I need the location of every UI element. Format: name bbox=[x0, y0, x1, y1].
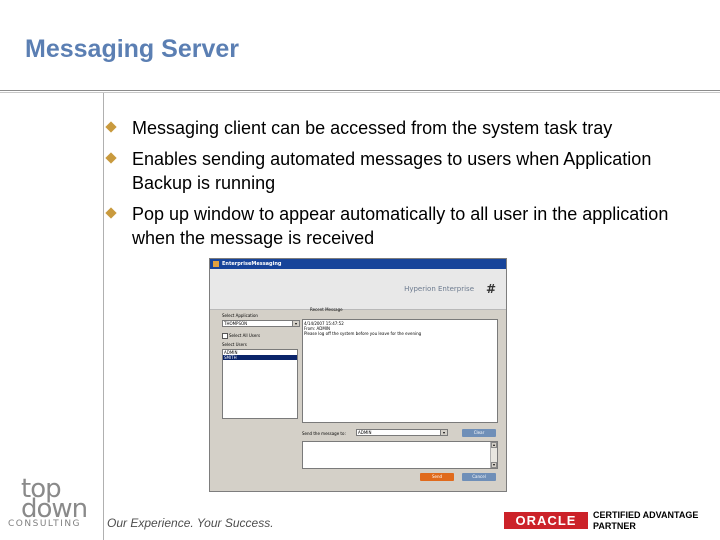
application-value: THOMPSON bbox=[224, 321, 248, 326]
left-divider bbox=[103, 93, 104, 540]
hyperion-logo-icon: # bbox=[485, 282, 497, 296]
window-title: EnterpriseMessaging bbox=[222, 261, 282, 267]
bullet-item: Enables sending automated messages to us… bbox=[105, 147, 705, 195]
diamond-bullet-icon bbox=[105, 207, 117, 219]
logo-consulting: CONSULTING bbox=[8, 519, 82, 529]
diamond-bullet-icon bbox=[105, 121, 117, 133]
oracle-logo: ORACLE bbox=[504, 512, 588, 529]
company-logo: top down CONSULTING bbox=[8, 474, 102, 534]
select-all-label: Select All Users bbox=[229, 333, 261, 338]
title-divider-shadow bbox=[0, 92, 720, 93]
send-button[interactable]: Send bbox=[420, 473, 454, 481]
certified-line-1: CERTIFIED ADVANTAGE bbox=[593, 510, 699, 520]
brand-name: Hyperion Enterprise bbox=[404, 285, 474, 293]
recent-message-label: Recent Message bbox=[310, 307, 343, 312]
diamond-bullet-icon bbox=[105, 152, 117, 164]
users-listbox[interactable]: ADMIN SMITH bbox=[222, 349, 298, 419]
cancel-button[interactable]: Cancel bbox=[462, 473, 496, 481]
message-line: Please log off the system before you lea… bbox=[304, 331, 422, 336]
title-divider bbox=[0, 90, 720, 91]
chevron-down-icon[interactable]: ▾ bbox=[440, 430, 447, 435]
select-application-label: Select Application bbox=[222, 313, 258, 318]
tagline: Our Experience. Your Success. bbox=[107, 516, 274, 530]
app-banner: Hyperion Enterprise # bbox=[210, 269, 506, 310]
select-all-checkbox[interactable] bbox=[222, 333, 228, 339]
certified-line-2: PARTNER bbox=[593, 521, 636, 531]
app-icon bbox=[213, 261, 219, 267]
application-combo[interactable]: THOMPSON ▾ bbox=[222, 320, 300, 327]
send-to-value: ADMIN bbox=[358, 430, 372, 435]
bullet-item: Pop up window to appear automatically to… bbox=[105, 202, 705, 250]
bullet-text: Messaging client can be accessed from th… bbox=[132, 118, 613, 138]
messaging-window: EnterpriseMessaging Hyperion Enterprise … bbox=[209, 258, 507, 492]
scrollbar[interactable]: ▴ ▾ bbox=[490, 442, 497, 468]
window-titlebar[interactable]: EnterpriseMessaging bbox=[210, 259, 506, 269]
bullet-item: Messaging client can be accessed from th… bbox=[105, 116, 705, 140]
list-item[interactable]: SMITH bbox=[223, 355, 297, 360]
bullet-text: Pop up window to appear automatically to… bbox=[132, 204, 669, 248]
scroll-down-icon[interactable]: ▾ bbox=[491, 462, 497, 468]
send-to-label: Send the message to: bbox=[302, 431, 346, 436]
bullet-list: Messaging client can be accessed from th… bbox=[105, 116, 705, 257]
clear-button[interactable]: Clear bbox=[462, 429, 496, 437]
slide-title: Messaging Server bbox=[25, 35, 239, 63]
bullet-text: Enables sending automated messages to us… bbox=[132, 149, 652, 193]
compose-message-box[interactable]: ▴ ▾ bbox=[302, 441, 498, 469]
select-users-label: Select Users bbox=[222, 342, 247, 347]
certified-partner-text: CERTIFIED ADVANTAGE PARTNER bbox=[593, 510, 698, 532]
chevron-down-icon[interactable]: ▾ bbox=[292, 321, 299, 326]
recent-message-box[interactable]: 4/14/2007 15:47:52 From: ADMIN Please lo… bbox=[302, 319, 498, 423]
send-to-combo[interactable]: ADMIN ▾ bbox=[356, 429, 448, 436]
scroll-up-icon[interactable]: ▴ bbox=[491, 442, 497, 448]
